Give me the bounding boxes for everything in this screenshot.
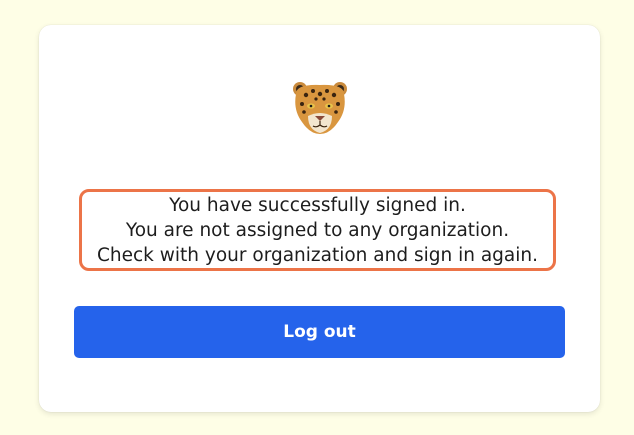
signin-card: You have successfully signed in. You are… (39, 25, 600, 412)
message-line-no-organization: You are not assigned to any organization… (125, 219, 510, 241)
signin-status-message: You have successfully signed in. You are… (79, 189, 556, 271)
jaguar-head-icon (293, 82, 347, 134)
logout-button[interactable]: Log out (74, 306, 565, 358)
message-line-instructions: Check with your organization and sign in… (96, 244, 539, 266)
message-line-signed-in: You have successfully signed in. (169, 194, 466, 216)
